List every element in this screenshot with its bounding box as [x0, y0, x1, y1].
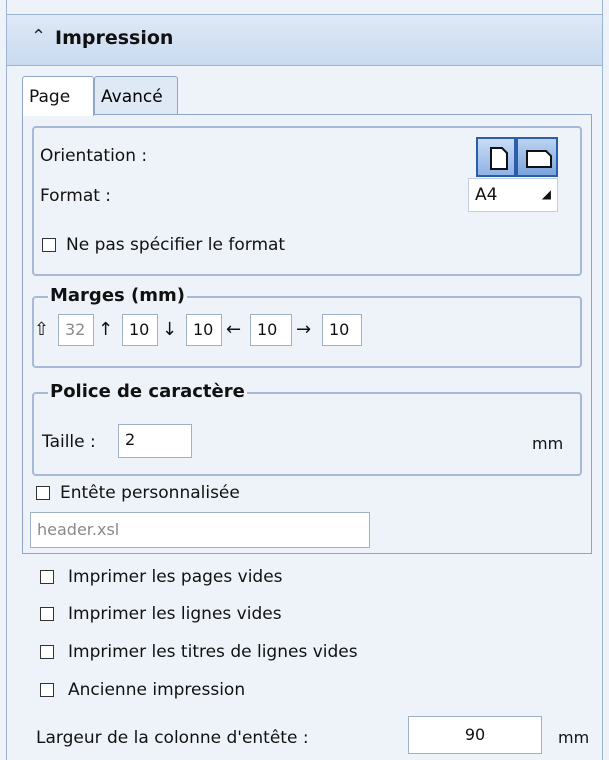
print-empty-lines-checkbox[interactable] — [40, 607, 54, 621]
landscape-page-icon — [526, 150, 552, 168]
header-margin-input[interactable]: 32 — [58, 314, 94, 346]
landscape-button[interactable] — [516, 137, 558, 177]
print-empty-pages-checkbox[interactable] — [40, 570, 54, 584]
no-format-label: Ne pas spécifier le format — [66, 235, 286, 255]
panel-header[interactable]: ⌃ Impression — [6, 14, 603, 66]
arrow-right-icon: → — [296, 319, 312, 340]
legacy-print-checkbox[interactable] — [40, 683, 54, 697]
header-column-width-unit: mm — [558, 728, 590, 747]
portrait-button[interactable] — [476, 137, 516, 177]
arrow-left-icon: ← — [226, 319, 242, 340]
font-group — [32, 392, 582, 476]
left-margin-input[interactable]: 10 — [250, 314, 292, 346]
arrow-down-icon: ↓ — [162, 319, 178, 340]
font-size-label: Taille : — [42, 432, 96, 452]
custom-header-label: Entête personnalisée — [60, 483, 240, 503]
format-select[interactable]: A4 ◢ — [468, 178, 558, 212]
header-column-width-input[interactable]: 90 — [408, 716, 542, 754]
header-margin-arrow-icon: ⇧ — [34, 319, 50, 340]
tab-advanced[interactable]: Avancé — [94, 76, 178, 114]
arrow-up-icon: ↑ — [98, 319, 114, 340]
bottom-margin-input[interactable]: 10 — [186, 314, 222, 346]
font-legend: Police de caractère — [48, 381, 247, 402]
panel-title: Impression — [55, 27, 174, 49]
tab-page[interactable]: Page — [22, 76, 94, 116]
font-size-input[interactable]: 2 — [118, 424, 192, 458]
tab-page-label: Page — [29, 87, 71, 107]
print-empty-pages-label: Imprimer les pages vides — [68, 567, 283, 587]
font-size-unit: mm — [532, 434, 564, 453]
custom-header-input[interactable]: header.xsl — [30, 512, 370, 548]
print-empty-lines-label: Imprimer les lignes vides — [68, 604, 282, 624]
print-empty-line-titles-checkbox[interactable] — [40, 645, 54, 659]
top-margin-input[interactable]: 10 — [122, 314, 158, 346]
custom-header-checkbox[interactable] — [36, 486, 50, 500]
tab-advanced-label: Avancé — [101, 87, 163, 107]
print-empty-line-titles-label: Imprimer les titres de lignes vides — [68, 642, 358, 662]
chevron-up-icon[interactable]: ⌃ — [31, 26, 46, 47]
margins-legend: Marges (mm) — [48, 285, 187, 306]
dropdown-arrow-icon: ◢ — [541, 187, 551, 201]
right-margin-input[interactable]: 10 — [322, 314, 362, 346]
portrait-page-icon — [490, 147, 508, 170]
format-value: A4 — [475, 185, 498, 205]
header-column-width-label: Largeur de la colonne d'entête : — [36, 728, 309, 748]
no-format-checkbox[interactable] — [42, 238, 56, 252]
orientation-label: Orientation : — [40, 146, 148, 166]
format-label: Format : — [40, 186, 112, 206]
legacy-print-label: Ancienne impression — [68, 680, 246, 700]
